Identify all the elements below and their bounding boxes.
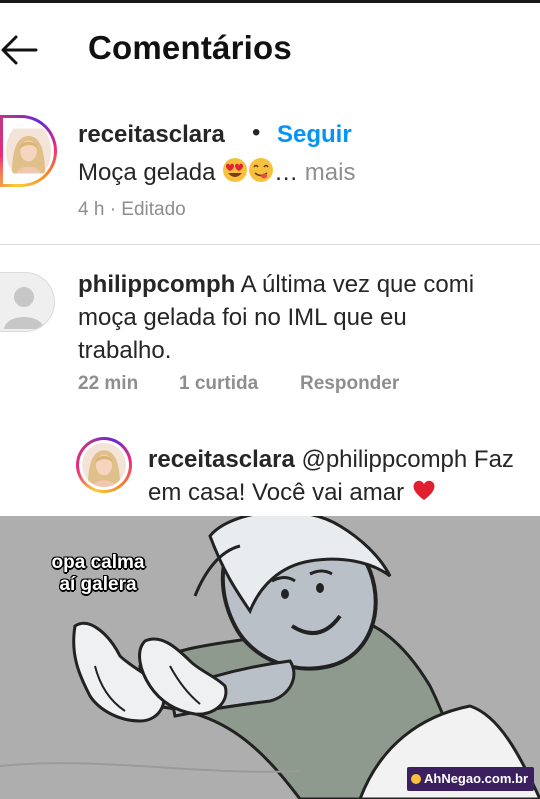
reply-body: receitasclara @philippcomph Faz em casa!…: [148, 443, 528, 509]
more-ellipsis: …: [274, 159, 299, 186]
reply-author-name[interactable]: receitasclara: [148, 446, 295, 473]
profile-photo-icon: [6, 128, 51, 174]
post-author-avatar[interactable]: [0, 115, 57, 187]
comment-time: 22 min: [78, 373, 139, 394]
comment-text-line2: moça gelada foi no IML que eu: [78, 304, 407, 331]
divider: [0, 244, 540, 245]
comment-text-line1: A última vez que comi: [240, 271, 475, 298]
watermark-logo-icon: [410, 774, 421, 784]
comment-text-line3: trabalho.: [78, 337, 172, 364]
reply-button[interactable]: Responder: [300, 373, 399, 395]
follow-button[interactable]: Seguir: [277, 121, 352, 149]
profile-photo-icon: [82, 443, 126, 487]
comment-body: philippcomph A última vez que comi moça …: [78, 268, 518, 367]
meme-caption: opa calma aí galera: [38, 552, 158, 596]
heart-eyes-emoji-icon: [223, 158, 248, 182]
post-meta: 4 h · Editado: [78, 199, 186, 220]
default-avatar-icon: [4, 287, 44, 329]
reply-text-line2: em casa! Você vai amar: [148, 479, 405, 506]
caption-text: Moça gelada: [78, 159, 216, 186]
meme-caption-line2: aí galera: [59, 574, 137, 595]
comment-likes[interactable]: 1 curtida: [179, 373, 258, 395]
yum-emoji-icon: [249, 158, 274, 182]
reply-text-line1: @philippcomph Faz: [301, 446, 514, 473]
watermark: AhNegao.com.br: [406, 767, 534, 791]
more-link[interactable]: mais: [305, 159, 356, 186]
comment-author-avatar[interactable]: [0, 272, 55, 332]
meme-image: opa calma aí galera AhNegao.com.br: [0, 516, 540, 799]
watermark-text: AhNegao.com.br: [423, 771, 528, 786]
back-arrow-icon[interactable]: [0, 33, 38, 67]
header: Comentários: [0, 3, 540, 91]
reply-author-avatar[interactable]: [76, 437, 132, 493]
comment-author-name[interactable]: philippcomph: [78, 271, 235, 298]
meme-caption-line1: opa calma: [51, 552, 145, 573]
post-caption: Moça gelada … mais: [78, 157, 355, 187]
post-author-name[interactable]: receitasclara: [78, 121, 225, 149]
red-heart-emoji-icon: [413, 480, 435, 500]
separator-dot: •: [252, 119, 261, 146]
page-title: Comentários: [88, 29, 292, 66]
